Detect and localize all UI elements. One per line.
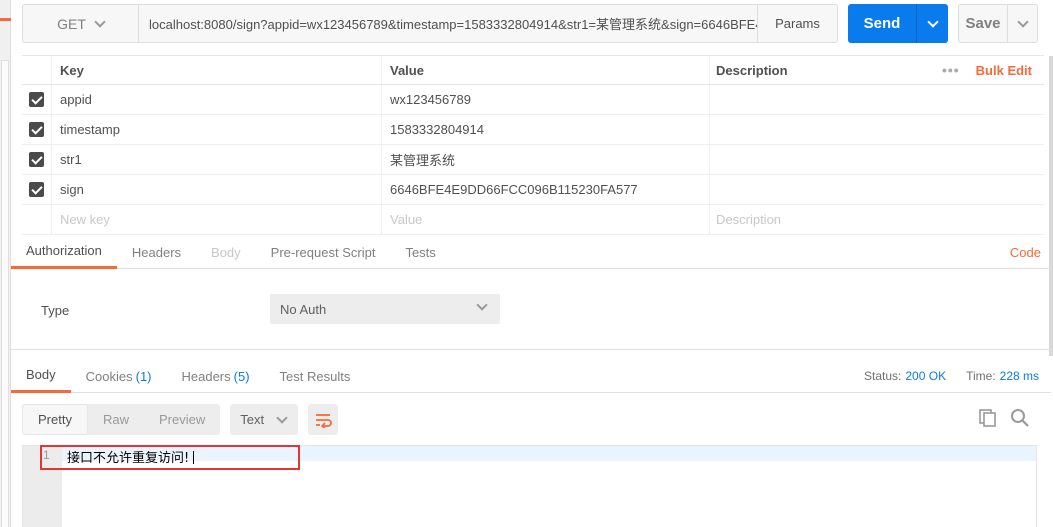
table-row: timestamp 1583332804914	[22, 115, 1044, 145]
tab-cookies[interactable]: Cookies (1)	[71, 360, 167, 393]
left-sidebar-edge	[0, 0, 11, 527]
row-checkbox[interactable]	[29, 92, 44, 107]
chevron-down-icon	[1016, 15, 1029, 28]
bulk-edit-link[interactable]: Bulk Edit	[976, 63, 1032, 78]
chevron-down-icon	[476, 299, 488, 311]
param-value[interactable]: 6646BFE4E9DD66FCC096B115230FA577	[382, 175, 710, 204]
time-value[interactable]: 228 ms	[1000, 369, 1039, 383]
tab-body[interactable]: Body	[196, 236, 256, 269]
body-toolbar: Pretty Raw Preview Text	[22, 404, 339, 435]
copy-icon[interactable]	[978, 408, 998, 428]
send-label: Send	[863, 15, 901, 32]
table-row: str1 某管理系统	[22, 145, 1044, 175]
wrap-lines-icon	[316, 413, 333, 428]
table-row: sign 6646BFE4E9DD66FCC096B115230FA577	[22, 175, 1044, 205]
status-value[interactable]: 200 OK	[905, 369, 946, 383]
tab-authorization[interactable]: Authorization	[11, 236, 117, 269]
value-header: Value	[382, 56, 710, 84]
sidebar-scrollbar[interactable]	[1, 60, 9, 527]
more-options-icon[interactable]: •••	[942, 62, 960, 78]
url-bar: GET localhost:8080/sign?appid=wx12345678…	[22, 4, 838, 43]
preview-button[interactable]: Preview	[144, 404, 220, 435]
new-value-input[interactable]: Value	[382, 205, 710, 234]
row-checkbox[interactable]	[29, 122, 44, 137]
param-key[interactable]: str1	[52, 145, 382, 174]
method-label: GET	[57, 15, 86, 32]
param-key[interactable]: sign	[52, 175, 382, 204]
headers-label: Headers	[181, 368, 231, 384]
tab-headers[interactable]: Headers	[117, 236, 196, 269]
highlight-annotation-box	[40, 445, 300, 470]
params-table: Key Value Description ••• Bulk Edit appi…	[22, 55, 1044, 235]
tab-response-body[interactable]: Body	[11, 360, 71, 393]
headers-count: (5)	[233, 368, 250, 384]
view-mode-toggle: Pretty Raw Preview	[22, 404, 221, 435]
time-label: Time:	[966, 369, 996, 383]
param-value[interactable]: wx123456789	[382, 85, 710, 114]
response-status: Status: 200 OK Time: 228 ms	[864, 369, 1039, 383]
new-description-input[interactable]: Description	[710, 205, 1044, 234]
wrap-lines-button[interactable]	[308, 404, 339, 435]
table-row: appid wx123456789	[22, 85, 1044, 115]
chevron-down-icon	[94, 15, 106, 28]
pretty-button[interactable]: Pretty	[22, 404, 88, 435]
new-key-input[interactable]: New key	[52, 205, 382, 234]
raw-button[interactable]: Raw	[88, 404, 144, 435]
authorization-panel: Type No Auth	[11, 270, 1051, 350]
chevron-down-icon	[926, 15, 939, 28]
new-param-row: New key Value Description	[22, 205, 1044, 235]
row-checkbox[interactable]	[29, 182, 44, 197]
tab-response-headers[interactable]: Headers (5)	[167, 360, 265, 393]
param-description[interactable]	[710, 145, 1044, 174]
chevron-down-icon	[276, 411, 288, 424]
param-value[interactable]: 某管理系统	[382, 145, 710, 174]
params-button[interactable]: Params	[758, 4, 838, 43]
tab-test-results[interactable]: Test Results	[265, 360, 366, 393]
save-label: Save	[959, 5, 1008, 42]
cookies-count: (1)	[135, 368, 152, 384]
send-dropdown[interactable]	[916, 4, 948, 43]
postman-window: GET localhost:8080/sign?appid=wx12345678…	[0, 0, 1053, 527]
response-tabs: Body Cookies (1) Headers (5) Test Result…	[11, 360, 1051, 393]
send-button[interactable]: Send	[848, 4, 948, 43]
auth-type-label: Type	[41, 303, 70, 318]
save-button[interactable]: Save	[958, 4, 1038, 43]
tab-tests[interactable]: Tests	[390, 236, 450, 269]
save-dropdown[interactable]	[1008, 5, 1037, 42]
param-description[interactable]	[710, 175, 1044, 204]
param-key[interactable]: appid	[52, 85, 382, 114]
code-link[interactable]: Code	[1010, 245, 1041, 260]
params-header-row: Key Value Description ••• Bulk Edit	[22, 55, 1044, 85]
url-input[interactable]: localhost:8080/sign?appid=wx123456789&ti…	[138, 4, 758, 43]
body-actions	[978, 408, 1030, 428]
format-value: Text	[240, 412, 265, 427]
row-checkbox[interactable]	[29, 152, 44, 167]
param-key[interactable]: timestamp	[52, 115, 382, 144]
request-tabs: Authorization Headers Body Pre-request S…	[11, 236, 1051, 269]
search-icon[interactable]	[1010, 408, 1030, 428]
tab-prerequest-script[interactable]: Pre-request Script	[256, 236, 391, 269]
param-description[interactable]	[710, 85, 1044, 114]
status-label: Status:	[864, 369, 902, 383]
param-description[interactable]	[710, 115, 1044, 144]
description-header: Description	[716, 62, 788, 78]
key-header: Key	[52, 56, 382, 84]
param-value[interactable]: 1583332804914	[382, 115, 710, 144]
method-select[interactable]: GET	[22, 4, 138, 43]
description-header-cell: Description ••• Bulk Edit	[710, 56, 1044, 84]
active-tab-indicator	[0, 18, 11, 21]
format-select[interactable]: Text	[230, 404, 299, 435]
cookies-label: Cookies	[85, 368, 133, 384]
auth-type-value: No Auth	[280, 301, 327, 317]
auth-type-select[interactable]: No Auth	[270, 294, 500, 324]
